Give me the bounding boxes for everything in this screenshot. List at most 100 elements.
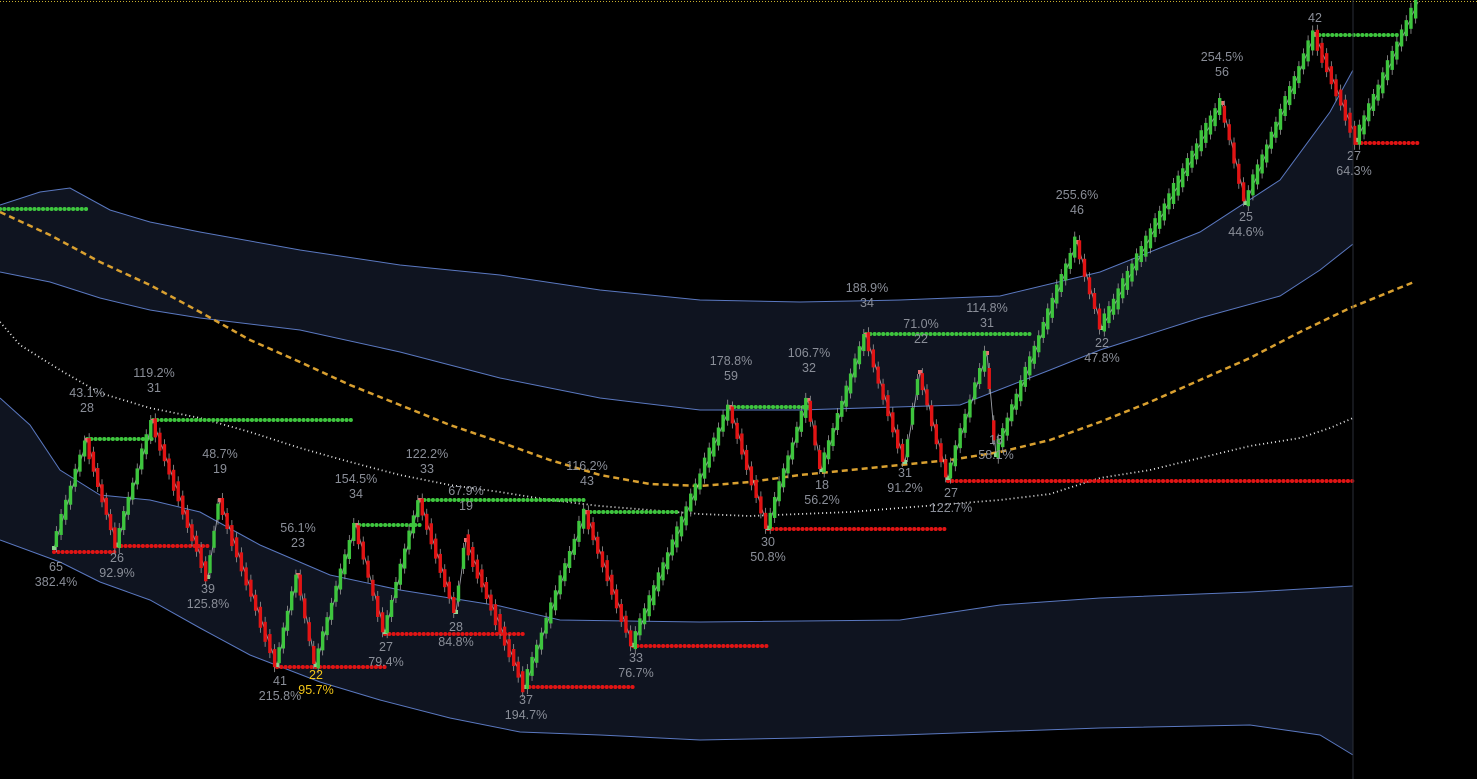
bullish-brick: [1130, 263, 1134, 282]
bullish-brick: [679, 516, 684, 537]
swing-label-line2: 79.4%: [368, 655, 403, 669]
bullish-brick: [1217, 98, 1222, 116]
bullish-brick: [1185, 158, 1190, 177]
bullish-brick: [1274, 121, 1278, 138]
bearish-brick: [376, 595, 380, 617]
bearish-brick: [900, 443, 905, 462]
bearish-brick: [312, 645, 316, 664]
bullish-brick: [702, 457, 707, 479]
bearish-brick: [628, 630, 633, 647]
bearish-brick: [489, 594, 493, 611]
swing-label-line2: 50.8%: [750, 550, 785, 564]
swing-label-line1: 27: [1347, 149, 1361, 163]
bearish-brick: [158, 432, 162, 451]
bearish-brick: [735, 422, 739, 439]
bullish-brick: [1265, 144, 1269, 163]
bullish-brick: [1190, 150, 1194, 168]
bullish-brick: [389, 599, 394, 617]
swing-label-line1: 18: [815, 478, 829, 492]
bullish-brick: [352, 522, 356, 541]
swing-label-line1: 254.5%: [1201, 50, 1243, 64]
bullish-brick: [968, 399, 972, 418]
swing-label-line1: 188.9%: [846, 281, 888, 295]
bearish-brick: [438, 553, 442, 573]
bullish-brick: [1005, 417, 1009, 436]
bearish-brick: [268, 634, 272, 654]
bullish-brick: [716, 427, 721, 446]
bearish-brick: [429, 523, 433, 545]
bullish-brick: [347, 540, 352, 560]
bullish-brick: [1055, 284, 1059, 304]
bullish-brick: [456, 585, 461, 602]
bullish-brick: [1409, 7, 1413, 29]
bullish-brick: [857, 346, 862, 365]
bearish-brick: [162, 444, 167, 462]
bullish-brick: [1037, 335, 1041, 353]
bullish-brick: [835, 413, 840, 431]
bearish-brick: [425, 513, 429, 530]
bullish-brick: [1278, 108, 1283, 130]
swing-label-line2: 47.8%: [1084, 351, 1119, 365]
bullish-brick: [707, 447, 711, 468]
swing-label-line1: 39: [201, 582, 215, 596]
bullish-brick: [212, 530, 216, 548]
swing-label-line1: 27: [944, 486, 958, 500]
bullish-brick: [54, 531, 59, 548]
bearish-brick: [925, 389, 929, 406]
bullish-brick: [1371, 93, 1376, 111]
bullish-brick: [281, 627, 285, 649]
bullish-brick: [1111, 298, 1116, 315]
bullish-brick: [1376, 84, 1380, 101]
swing-label-line1: 25: [1239, 210, 1253, 224]
bearish-brick: [1315, 29, 1320, 51]
bullish-brick: [122, 511, 126, 531]
swing-label-line1: 27: [379, 640, 393, 654]
bullish-brick: [329, 602, 334, 620]
swing-label-line2: 42: [1308, 11, 1322, 25]
bullish-brick: [539, 632, 544, 650]
bullish-brick: [1199, 130, 1203, 152]
bullish-brick: [1028, 356, 1032, 376]
bullish-brick: [963, 413, 967, 433]
swing-label-line1: 22: [309, 668, 323, 682]
swing-label-line2: 56: [1215, 65, 1229, 79]
swing-label-line2: 31: [147, 381, 161, 395]
bearish-brick: [1343, 99, 1348, 121]
bullish-brick: [661, 562, 665, 581]
bearish-brick: [167, 458, 171, 475]
bullish-brick: [1019, 380, 1023, 402]
bullish-brick: [1395, 41, 1399, 60]
bullish-brick: [1292, 76, 1296, 95]
bearish-brick: [619, 603, 623, 622]
bullish-brick: [525, 669, 530, 690]
bullish-brick: [772, 496, 777, 518]
bearish-brick: [307, 622, 311, 642]
bullish-brick: [1194, 143, 1199, 160]
bullish-brick: [768, 512, 772, 529]
bullish-brick: [82, 440, 87, 457]
renko-chart[interactable]: 65382.4%43.1%282692.9%119.2%3139125.8%48…: [0, 0, 1477, 779]
bullish-brick: [790, 442, 795, 460]
bullish-brick: [394, 581, 398, 598]
bullish-brick: [1297, 66, 1301, 84]
bullish-brick: [799, 410, 804, 432]
bullish-brick: [338, 568, 343, 590]
bullish-brick: [320, 631, 325, 651]
bearish-brick: [1324, 53, 1329, 73]
swing-label-line1: 37: [519, 693, 533, 707]
bearish-brick: [498, 614, 502, 635]
swing-label-line1: 30: [761, 535, 775, 549]
bullish-brick: [1010, 404, 1014, 422]
bearish-brick: [763, 512, 768, 529]
bearish-brick: [253, 594, 258, 611]
bearish-brick: [507, 639, 511, 658]
bullish-brick: [958, 428, 962, 449]
bullish-brick: [1208, 115, 1213, 135]
bullish-brick: [1246, 190, 1250, 207]
bullish-brick: [862, 334, 866, 352]
bullish-brick: [544, 617, 548, 634]
bullish-brick: [910, 407, 915, 425]
bearish-brick: [87, 438, 91, 460]
bullish-brick: [1162, 203, 1167, 221]
bullish-brick: [831, 428, 835, 447]
